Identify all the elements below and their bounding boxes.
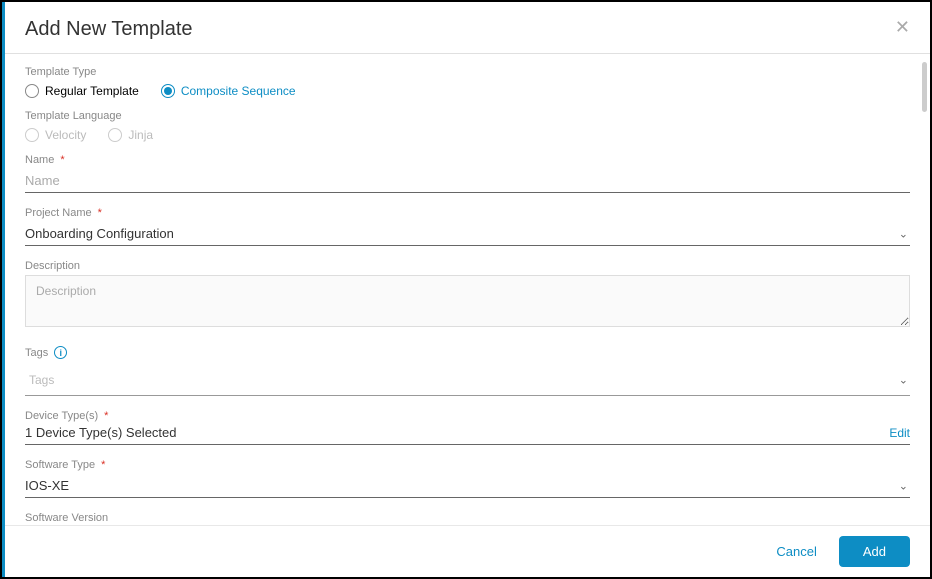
chevron-down-icon: ⌄ xyxy=(899,374,908,387)
tags-label: Tags i xyxy=(25,346,910,359)
radio-circle-disabled-icon xyxy=(25,128,39,142)
info-icon[interactable]: i xyxy=(54,346,67,359)
radio-regular-template[interactable]: Regular Template xyxy=(25,84,139,98)
template-language-radios: Velocity Jinja xyxy=(25,128,910,142)
tags-field: Tags i Tags ⌄ xyxy=(25,346,910,396)
software-type-label: Software Type * xyxy=(25,459,910,471)
radio-label: Velocity xyxy=(45,128,86,142)
project-name-select[interactable]: Onboarding Configuration ⌄ xyxy=(25,222,910,246)
tags-placeholder: Tags xyxy=(29,373,54,387)
device-types-edit-link[interactable]: Edit xyxy=(889,426,910,440)
scrollbar-thumb[interactable] xyxy=(922,62,927,112)
description-textarea[interactable] xyxy=(25,275,910,327)
name-field: Name* xyxy=(25,154,910,193)
project-name-value: Onboarding Configuration xyxy=(25,222,910,245)
software-type-select[interactable]: IOS-XE ⌄ xyxy=(25,474,910,498)
radio-label: Jinja xyxy=(128,128,153,142)
radio-circle-icon xyxy=(25,84,39,98)
software-type-field: Software Type * IOS-XE ⌄ xyxy=(25,459,910,498)
device-types-value: 1 Device Type(s) Selected xyxy=(25,425,177,440)
template-type-radios: Regular Template Composite Sequence xyxy=(25,84,910,98)
radio-circle-disabled-icon xyxy=(108,128,122,142)
required-asterisk: * xyxy=(104,410,108,422)
chevron-down-icon: ⌄ xyxy=(899,227,908,240)
chevron-down-icon: ⌄ xyxy=(899,479,908,492)
radio-composite-sequence[interactable]: Composite Sequence xyxy=(161,84,296,98)
modal-header: Add New Template ✕ xyxy=(5,2,930,54)
device-types-field: Device Type(s)* 1 Device Type(s) Selecte… xyxy=(25,410,910,445)
software-version-label: Software Version xyxy=(25,512,910,524)
add-template-modal: Add New Template ✕ Template Type Regular… xyxy=(2,2,930,577)
modal-body: Template Type Regular Template Composite… xyxy=(5,54,930,525)
description-field: Description xyxy=(25,260,910,332)
radio-circle-selected-icon xyxy=(161,84,175,98)
add-button[interactable]: Add xyxy=(839,536,910,567)
description-label: Description xyxy=(25,260,910,272)
modal-footer: Cancel Add xyxy=(5,525,930,577)
software-version-field: Software Version xyxy=(25,512,910,525)
device-types-row: 1 Device Type(s) Selected Edit xyxy=(25,425,910,445)
required-asterisk: * xyxy=(98,207,102,219)
required-asterisk: * xyxy=(60,154,64,166)
close-icon[interactable]: ✕ xyxy=(895,18,910,36)
cancel-button[interactable]: Cancel xyxy=(762,536,830,567)
modal-title: Add New Template xyxy=(25,18,193,41)
project-name-field: Project Name * Onboarding Configuration … xyxy=(25,207,910,246)
name-label: Name* xyxy=(25,154,910,166)
template-type-label: Template Type xyxy=(25,66,910,78)
template-language-label: Template Language xyxy=(25,110,910,122)
software-type-value: IOS-XE xyxy=(25,474,910,497)
device-types-label: Device Type(s)* xyxy=(25,410,910,422)
project-name-label: Project Name * xyxy=(25,207,910,219)
radio-label: Composite Sequence xyxy=(181,84,296,98)
radio-jinja: Jinja xyxy=(108,128,153,142)
radio-label: Regular Template xyxy=(45,84,139,98)
radio-velocity: Velocity xyxy=(25,128,86,142)
name-input[interactable] xyxy=(25,169,910,193)
tags-select[interactable]: Tags ⌄ xyxy=(25,365,910,396)
required-asterisk: * xyxy=(101,459,105,471)
